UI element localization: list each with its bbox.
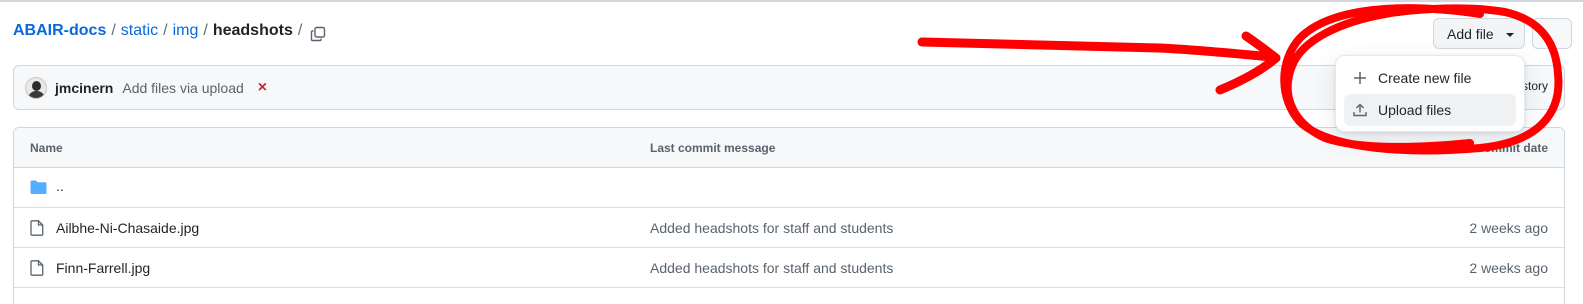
- breadcrumb-separator: /: [203, 22, 208, 39]
- commit-date: 2 weeks ago: [1469, 260, 1548, 276]
- plus-icon: [1352, 71, 1368, 85]
- commit-message-link[interactable]: Add files via upload: [122, 80, 243, 96]
- menu-item-create-new-file[interactable]: Create new file: [1344, 62, 1516, 94]
- breadcrumb-separator: /: [111, 22, 116, 39]
- breadcrumb-current: headshots: [212, 22, 293, 39]
- commit-message-link[interactable]: Added headshots for staff and students: [650, 220, 893, 236]
- column-header-message: Last commit message: [650, 141, 776, 155]
- add-file-label: Add file: [1447, 25, 1494, 42]
- avatar[interactable]: [25, 76, 47, 99]
- breadcrumb-repo-link[interactable]: ABAIR-docs: [13, 22, 106, 40]
- commit-author-link[interactable]: jmcinern: [55, 80, 113, 96]
- parent-directory-row[interactable]: ..: [14, 168, 1564, 208]
- menu-item-label: Create new file: [1378, 70, 1472, 86]
- column-header-name: Name: [30, 141, 63, 155]
- copy-icon: [310, 26, 326, 42]
- table-row[interactable]: Ailbhe-Ni-Chasaide.jpg Added headshots f…: [14, 208, 1564, 248]
- table-row[interactable]: Finn-Farrell.jpg Added headshots for sta…: [14, 248, 1564, 288]
- menu-item-upload-files[interactable]: Upload files: [1344, 94, 1516, 126]
- latest-commit-bar: jmcinern Add files via upload × story: [13, 65, 1565, 110]
- breadcrumb: ABAIR-docs / static / img / headshots /: [13, 22, 307, 40]
- annotation-arrow-shaft: [917, 37, 1277, 62]
- breadcrumb-link-img[interactable]: img: [173, 22, 199, 40]
- file-table: Name Last commit message Last commit dat…: [13, 127, 1565, 304]
- failed-status-icon[interactable]: ×: [258, 79, 267, 97]
- breadcrumb-separator: /: [163, 22, 168, 39]
- file-name-link[interactable]: Ailbhe-Ni-Chasaide.jpg: [56, 220, 199, 236]
- more-options-button[interactable]: [1532, 18, 1572, 49]
- top-divider: [0, 0, 1583, 2]
- breadcrumb-link-static[interactable]: static: [121, 22, 158, 40]
- table-header: Name Last commit message Last commit dat…: [14, 128, 1564, 168]
- menu-item-label: Upload files: [1378, 102, 1452, 118]
- file-icon: [30, 220, 44, 239]
- file-name-link[interactable]: Finn-Farrell.jpg: [56, 260, 150, 276]
- file-icon: [30, 260, 44, 279]
- chevron-down-icon: [1505, 32, 1514, 37]
- upload-icon: [1352, 103, 1368, 117]
- add-file-button[interactable]: Add file: [1433, 18, 1525, 49]
- commit-date: 2 weeks ago: [1469, 220, 1548, 236]
- add-file-dropdown-menu: Create new file Upload files: [1335, 55, 1525, 132]
- breadcrumb-separator: /: [297, 22, 303, 39]
- copy-path-button[interactable]: [306, 22, 330, 46]
- commit-message-link[interactable]: Added headshots for staff and students: [650, 260, 893, 276]
- parent-directory-link[interactable]: ..: [56, 178, 64, 194]
- column-header-date: Last commit date: [1449, 141, 1548, 155]
- folder-icon: [30, 180, 47, 198]
- history-link[interactable]: story: [1522, 79, 1548, 93]
